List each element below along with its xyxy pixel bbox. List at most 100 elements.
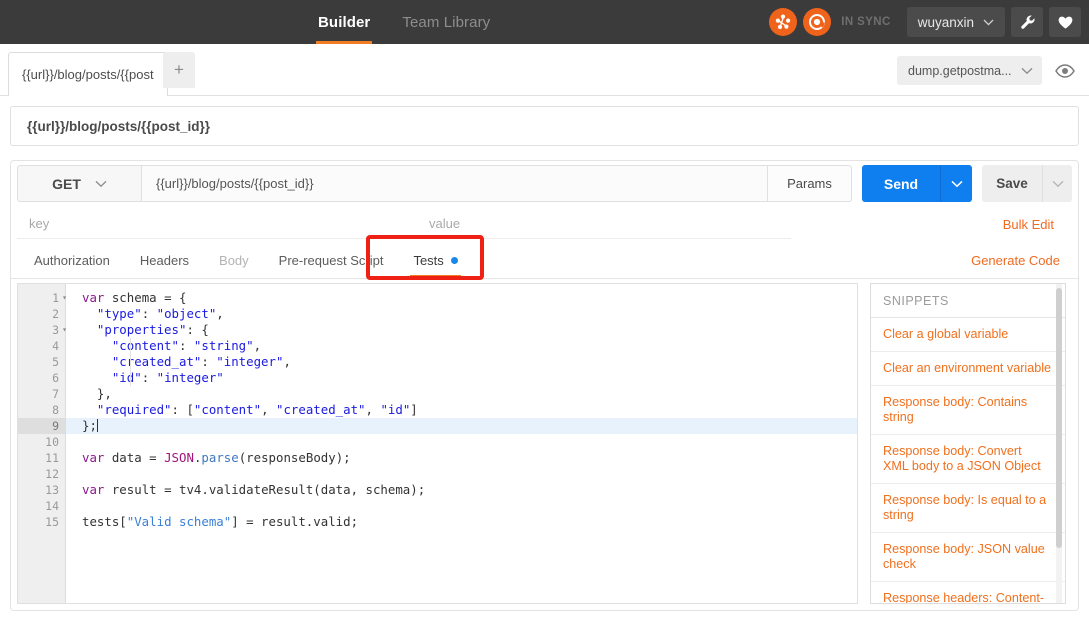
request-title-text: {{url}}/blog/posts/{{post_id}} [27, 118, 211, 134]
save-button-group: Save [982, 165, 1072, 202]
code-line-3: "properties": { [96, 322, 209, 337]
chevron-down-icon [950, 180, 963, 187]
code-line-13: var result = tv4.validateResult(data, sc… [82, 482, 426, 497]
tab-pre-request-script-label: Pre-request Script [278, 252, 384, 268]
line-number: 1 ▾ [52, 291, 67, 305]
params-key-value-row: key value Bulk Edit [11, 206, 1078, 242]
environment-quick-look-button[interactable] [1051, 57, 1079, 85]
nav-tab-builder-label: Builder [318, 13, 371, 31]
line-number: 7 [52, 387, 59, 401]
snippet-item[interactable]: Response headers: Content-Type header ch… [871, 582, 1065, 603]
settings-wrench-button[interactable] [1011, 7, 1043, 37]
send-button-label: Send [883, 175, 919, 192]
sync-status-label: IN SYNC [841, 16, 891, 28]
generate-code-label: Generate Code [971, 252, 1060, 268]
code-line-8: "required": ["content", "created_at", "i… [96, 402, 418, 417]
wrench-icon [1020, 14, 1035, 29]
param-value-input[interactable]: value [417, 209, 791, 239]
tab-authorization[interactable]: Authorization [19, 242, 125, 278]
code-editor[interactable]: 1 ▾ 2 3 ▾ 4 5 6 7 8 9 10 11 12 13 14 15 va… [17, 283, 858, 604]
save-button[interactable]: Save [982, 165, 1042, 202]
postman-orb-icon[interactable] [769, 8, 798, 36]
tab-pre-request-script[interactable]: Pre-request Script [264, 242, 399, 278]
send-button[interactable]: Send [862, 165, 940, 202]
param-key-input[interactable]: key [17, 209, 401, 239]
code-line-15: tests["Valid schema"] = result.valid; [82, 514, 359, 529]
chevron-down-icon [1052, 180, 1063, 187]
snippets-title: SNIPPETS [871, 284, 1065, 318]
nav-tab-team-library-label: Team Library [402, 13, 491, 31]
header-nav: Builder Team Library [302, 0, 506, 44]
snippets-panel: SNIPPETS Clear a global variable Clear a… [870, 283, 1066, 604]
favorites-heart-button[interactable] [1049, 7, 1081, 37]
tab-tests[interactable]: Tests [398, 242, 472, 278]
tab-tests-label: Tests [413, 252, 444, 268]
snippet-item[interactable]: Clear a global variable [871, 318, 1065, 352]
sync-orb-icon[interactable] [803, 8, 832, 36]
request-builder-row: GET {{url}}/blog/posts/{{post_id}} Param… [11, 161, 1078, 206]
snippet-item[interactable]: Clear an environment variable [871, 352, 1065, 386]
params-button-label: Params [787, 176, 832, 191]
code-line-4: "content": "string", [111, 338, 262, 353]
code-line-1: var schema = { [82, 290, 187, 305]
line-number: 6 [52, 371, 59, 385]
chevron-down-icon [983, 19, 994, 26]
tab-body[interactable]: Body [204, 242, 264, 278]
heart-icon [1058, 16, 1072, 29]
snippet-item[interactable]: Response body: Contains string [871, 386, 1065, 435]
request-section-tabs: Authorization Headers Body Pre-request S… [11, 235, 1078, 280]
tab-body-label: Body [219, 252, 249, 268]
code-line-9: }; [66, 418, 857, 434]
code-line-6: "id": "integer" [111, 370, 224, 385]
eye-icon [1055, 63, 1075, 78]
top-header-bar: Builder Team Library IN SYNC wuyanxin [0, 0, 1089, 44]
nav-tab-team-library[interactable]: Team Library [386, 0, 506, 44]
nav-tab-builder[interactable]: Builder [302, 0, 386, 44]
param-key-placeholder: key [29, 216, 50, 231]
snippet-item[interactable]: Response body: Is equal to a string [871, 484, 1065, 533]
editor-code-content[interactable]: var schema = { "type": "object", "proper… [66, 284, 857, 603]
request-panel: GET {{url}}/blog/posts/{{post_id}} Param… [10, 160, 1079, 611]
header-right-controls: IN SYNC wuyanxin [769, 0, 1089, 44]
tab-headers[interactable]: Headers [125, 242, 204, 278]
line-number-active: 9 [18, 418, 65, 434]
line-number: 10 [45, 435, 59, 449]
snippets-scrollbar-thumb[interactable] [1056, 288, 1062, 548]
params-button[interactable]: Params [768, 165, 852, 202]
bulk-edit-link[interactable]: Bulk Edit [1003, 217, 1054, 232]
snippet-item[interactable]: Response body: Convert XML body to a JSO… [871, 435, 1065, 484]
indent-guide [130, 338, 131, 386]
add-tab-button[interactable]: + [163, 52, 195, 88]
line-number: 2 [52, 307, 59, 321]
environment-select[interactable]: dump.getpostma... [897, 56, 1042, 85]
http-method-label: GET [52, 175, 81, 192]
send-options-button[interactable] [940, 165, 972, 202]
snippet-item[interactable]: Response body: JSON value check [871, 533, 1065, 582]
code-line-2: "type": "object", [96, 306, 224, 321]
user-menu-button[interactable]: wuyanxin [906, 7, 1005, 37]
generate-code-link[interactable]: Generate Code [971, 242, 1078, 278]
save-options-button[interactable] [1042, 165, 1072, 202]
request-tab[interactable]: {{url}}/blog/posts/{{post [8, 52, 168, 96]
request-title-bar: {{url}}/blog/posts/{{post_id}} [10, 106, 1079, 146]
line-number: 12 [45, 467, 59, 481]
line-number: 14 [45, 499, 59, 513]
line-number: 15 [45, 515, 59, 529]
chevron-down-icon [95, 180, 107, 187]
http-method-select[interactable]: GET [17, 165, 142, 202]
param-value-placeholder: value [429, 216, 461, 231]
chevron-down-icon [1021, 67, 1033, 74]
bulk-edit-label: Bulk Edit [1002, 216, 1054, 232]
send-button-group: Send [862, 165, 972, 202]
environment-select-label: dump.getpostma... [908, 63, 1012, 78]
editor-line-number-gutter: 1 ▾ 2 3 ▾ 4 5 6 7 8 9 10 11 12 13 14 15 [18, 284, 67, 603]
plus-icon: + [174, 60, 184, 79]
tab-authorization-label: Authorization [34, 252, 110, 268]
request-tab-strip: {{url}}/blog/posts/{{post + dump.getpost… [0, 44, 1089, 96]
line-number: 5 [52, 355, 59, 369]
request-url-input[interactable]: {{url}}/blog/posts/{{post_id}} [142, 165, 768, 202]
line-number: 8 [52, 403, 59, 417]
line-number: 13 [45, 483, 59, 497]
